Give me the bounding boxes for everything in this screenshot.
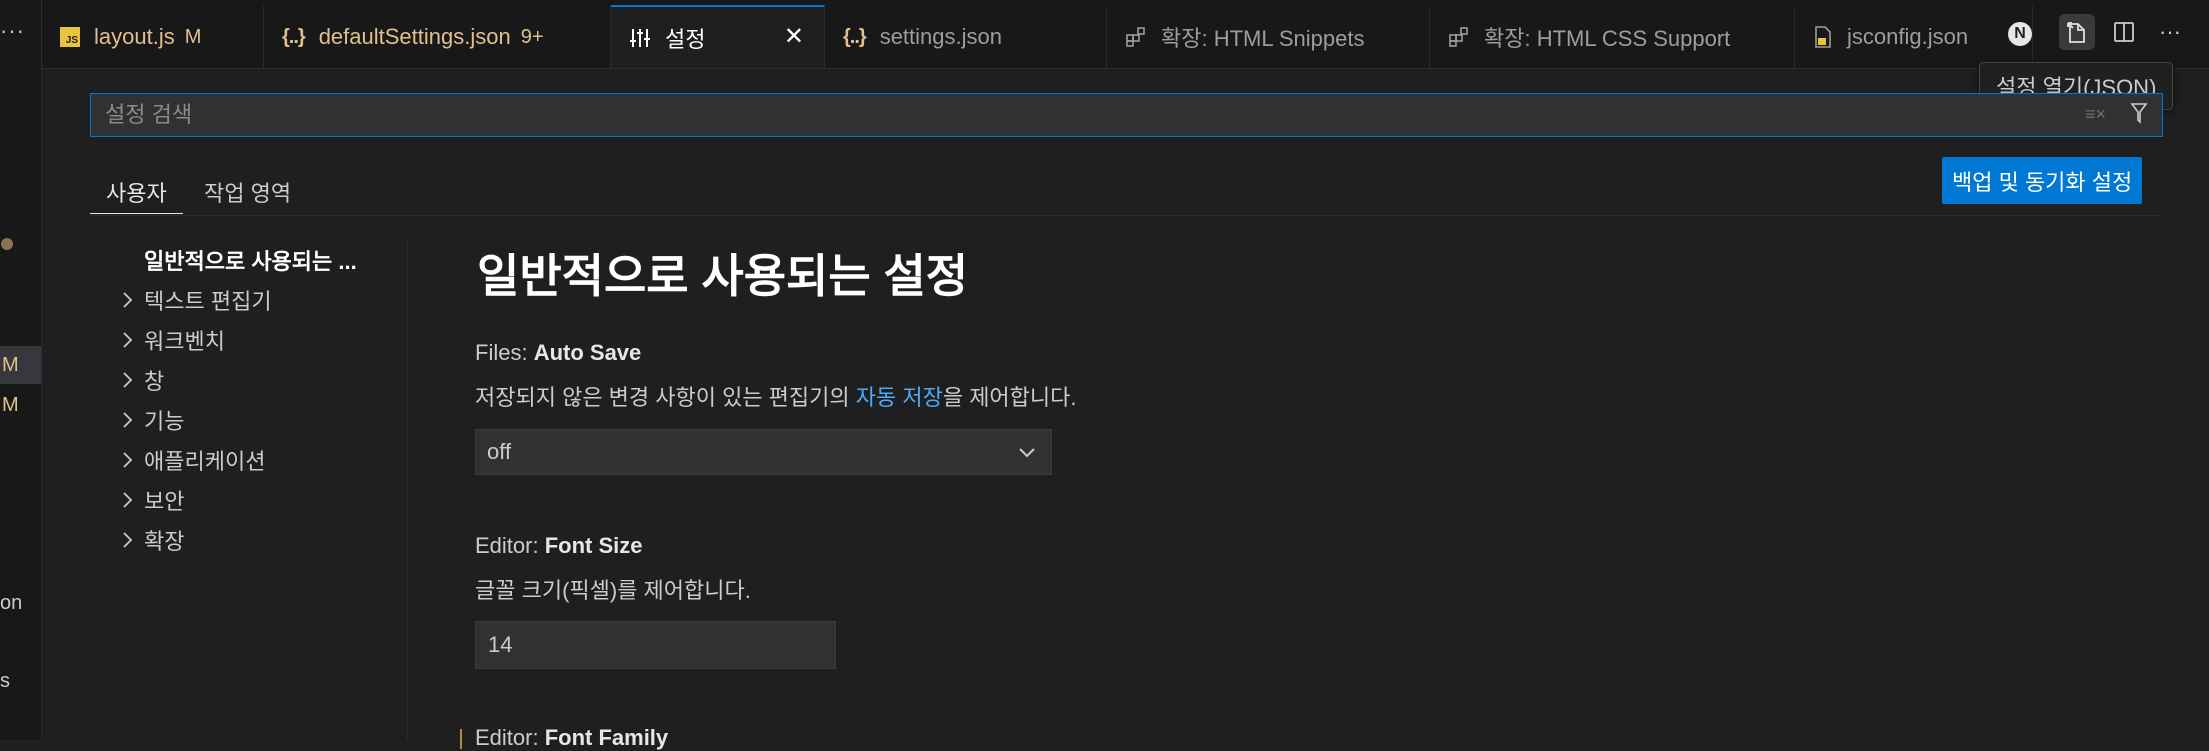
modified-indicator: M [2,354,19,376]
settings-sliders-icon [629,27,651,49]
setting-category: Editor: [475,725,545,750]
description-text: 을 제어합니다. [942,385,1077,410]
open-file-icon [2067,22,2085,43]
setting-title-font-size: Editor: Font Size [475,533,642,559]
toc-item[interactable]: 보안 [110,480,408,520]
toc-label: 텍스트 편집기 [144,289,272,314]
backup-sync-settings-button[interactable]: 백업 및 동기화 설정 [1942,157,2143,204]
modified-indicator: M [2,394,19,416]
toc-item[interactable]: 텍스트 편집기 [110,280,408,320]
toc-label: 보안 [144,489,185,514]
section-title: 일반적으로 사용되는 설정 [477,250,969,302]
file-name-fragment[interactable]: s [0,670,10,693]
split-editor-button[interactable] [2106,14,2142,50]
setting-name: Font Family [544,725,669,750]
n-extension-icon[interactable]: N [2008,22,2032,46]
toc-label: 기능 [144,409,185,434]
toc-label: 확장 [144,529,185,554]
file-name-fragment[interactable]: on [0,592,22,615]
toc-label: 애플리케이션 [144,449,266,474]
toc-divider [407,240,408,740]
auto-save-dropdown[interactable]: off [475,429,1052,475]
settings-scope-tabs: 사용자 작업 영역 [90,160,2163,216]
extensions-icon [1125,26,1147,48]
status-dot-icon [1,238,13,250]
toc-label: 워크벤치 [144,329,225,354]
explorer-strip: ··· M M on s [0,0,42,740]
chevron-right-icon [110,371,144,389]
problems-badge: 9+ [520,25,544,48]
font-size-input[interactable]: 14 [475,621,836,669]
more-actions-button[interactable]: ··· [2152,14,2188,50]
setting-category: Files: [475,340,534,365]
toc-label: 창 [144,369,165,394]
tab-label: jsconfig.json [1847,24,1969,49]
chevron-right-icon [110,291,144,309]
toc-item-commonly-used[interactable]: 일반적으로 사용되는 ... [110,240,408,280]
setting-description: 저장되지 않은 변경 사항이 있는 편집기의 자동 저장을 제어합니다. [475,380,1077,412]
setting-title-font-family: Editor: Font Family [475,725,668,751]
tab-default-settings-json[interactable]: {..} defaultSettings.json 9+ [264,6,611,68]
settings-toc: 일반적으로 사용되는 ... 텍스트 편집기 워크벤치 창 기능 애플리케이션 … [110,240,408,560]
toc-item[interactable]: 애플리케이션 [110,440,408,480]
chevron-right-icon [110,491,144,509]
json-braces-icon: {..} [843,25,867,48]
modified-badge: M [184,25,202,48]
setting-name: Font Size [544,533,643,558]
tab-label: defaultSettings.json [318,24,511,49]
chevron-right-icon [110,331,144,349]
tab-extension-html-css-support[interactable]: 확장: HTML CSS Support [1430,6,1795,68]
description-text: 저장되지 않은 변경 사항이 있는 편집기의 [475,385,856,410]
tab-settings-json[interactable]: {..} settings.json [825,6,1107,68]
open-settings-json-button[interactable] [2059,14,2095,50]
extensions-icon [1448,26,1470,48]
setting-name: Auto Save [533,340,642,365]
more-actions-icon[interactable]: ··· [0,18,25,44]
tab-workspace[interactable]: 작업 영역 [188,168,307,214]
settings-search-box: ≡× [90,93,2163,137]
setting-title-auto-save: Files: Auto Save [475,340,641,366]
editor-tab-bar: JS layout.js M {..} defaultSettings.json… [42,0,2209,69]
setting-category: Editor: [475,533,545,558]
toc-item[interactable]: 기능 [110,400,408,440]
split-editor-icon [2114,22,2134,42]
close-icon[interactable]: ✕ [784,25,804,49]
chevron-right-icon [110,451,144,469]
json-braces-icon: {..} [282,25,306,48]
search-input[interactable] [103,101,2007,129]
tab-jsconfig-json[interactable]: jsconfig.json [1795,6,2033,68]
js-config-file-icon [1813,26,1833,48]
filter-icon[interactable] [2130,102,2148,132]
toc-item[interactable]: 확장 [110,520,408,560]
tab-user[interactable]: 사용자 [90,168,183,214]
tab-label: settings.json [879,24,1002,49]
chevron-right-icon [110,411,144,429]
javascript-file-icon: JS [60,27,80,47]
toc-item[interactable]: 창 [110,360,408,400]
tab-label: 확장: HTML Snippets [1161,26,1365,51]
tab-layout-js[interactable]: JS layout.js M [42,6,264,68]
chevron-right-icon [110,531,144,549]
toc-item[interactable]: 워크벤치 [110,320,408,360]
modified-setting-indicator [460,729,462,749]
tab-label: 설정 [665,26,706,52]
chevron-down-icon [1017,442,1037,468]
tab-label: layout.js [94,24,175,49]
tab-settings[interactable]: 설정 ✕ [611,5,825,68]
setting-description: 글꼴 크기(픽셀)를 제어합니다. [475,578,751,603]
tab-label: 확장: HTML CSS Support [1484,26,1731,51]
auto-save-link[interactable]: 자동 저장 [856,385,943,410]
tab-extension-html-snippets[interactable]: 확장: HTML Snippets [1107,6,1430,68]
clear-filter-icon[interactable]: ≡× [2085,104,2106,125]
selected-value: off [487,439,512,464]
